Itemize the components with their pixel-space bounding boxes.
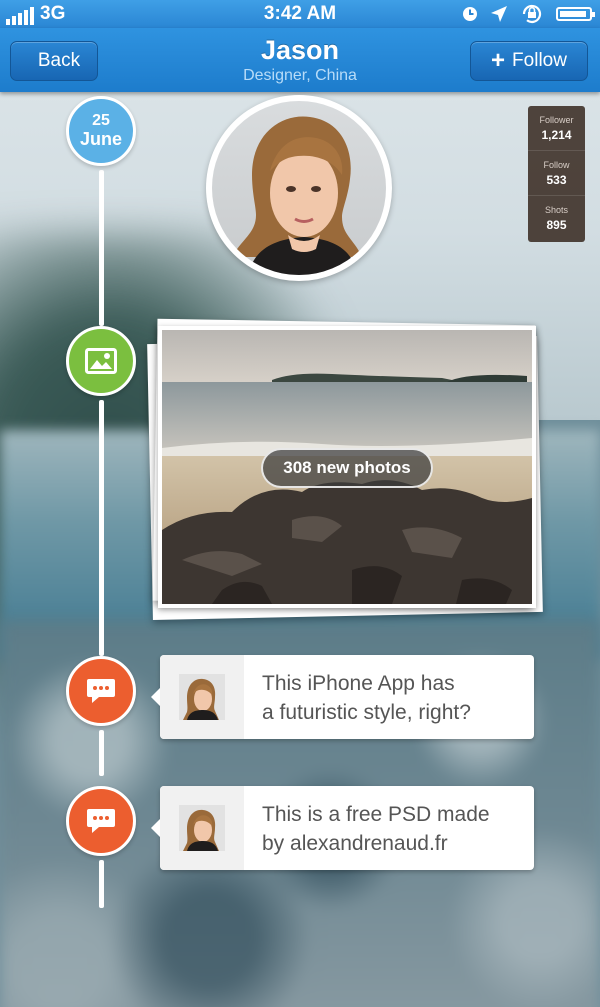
timeline-line [99, 400, 104, 656]
timeline-date-marker: 25 June [66, 96, 136, 166]
stat-label: Shots [544, 205, 568, 215]
stat-label: Follower [539, 115, 574, 125]
comment-avatar-frame [160, 655, 244, 739]
timeline-line [99, 730, 104, 776]
new-photos-badge[interactable]: 308 new photos [261, 448, 433, 488]
timeline-line [99, 860, 104, 908]
profile-avatar[interactable] [206, 95, 392, 281]
stat-value: 895 [546, 218, 567, 232]
profile-stats: Follower 1,214 Follow 533 Shots 895 [528, 106, 585, 242]
clock-icon [463, 7, 477, 21]
stat-followers[interactable]: Follower 1,214 [528, 106, 585, 151]
date-month: June [79, 129, 122, 149]
comment-avatar-frame [160, 786, 244, 870]
stat-value: 1,214 [541, 128, 572, 142]
comment-text: This is a free PSD made by alexandrenaud… [244, 786, 490, 870]
comment-avatar [179, 674, 225, 720]
comment-line: by alexandrenaud.fr [262, 832, 448, 855]
plus-icon: + [491, 47, 506, 74]
timeline-comment-marker [66, 786, 136, 856]
speech-bubble-icon [87, 809, 115, 833]
date-day: 25 [92, 112, 110, 129]
follow-button[interactable]: + Follow [470, 41, 588, 81]
comment-card[interactable]: This is a free PSD made by alexandrenaud… [151, 786, 534, 870]
stat-following[interactable]: Follow 533 [528, 151, 585, 196]
comment-card[interactable]: This iPhone App has a futuristic style, … [151, 655, 534, 739]
avatar-photo [212, 101, 386, 275]
picture-icon [85, 348, 117, 374]
navigation-bar: Back Jason Designer, China + Follow [0, 28, 600, 92]
rotation-lock-icon [522, 4, 542, 24]
comment-line: a futuristic style, right? [262, 701, 471, 724]
timeline-line [99, 170, 104, 326]
timeline-comment-marker [66, 656, 136, 726]
comment-text: This iPhone App has a futuristic style, … [244, 655, 471, 739]
stat-shots[interactable]: Shots 895 [528, 196, 585, 241]
stat-label: Follow [543, 160, 570, 170]
battery-icon [556, 7, 595, 21]
location-arrow-icon [491, 6, 507, 22]
timeline-photo-marker [66, 326, 136, 396]
stat-value: 533 [546, 173, 567, 187]
comment-line: This is a free PSD made [262, 803, 490, 826]
comment-avatar [179, 805, 225, 851]
status-bar: 3G 3:42 AM [0, 0, 600, 28]
follow-button-label: Follow [512, 50, 567, 71]
status-right [462, 4, 595, 24]
speech-bubble-icon [87, 679, 115, 703]
comment-line: This iPhone App has [262, 672, 455, 695]
